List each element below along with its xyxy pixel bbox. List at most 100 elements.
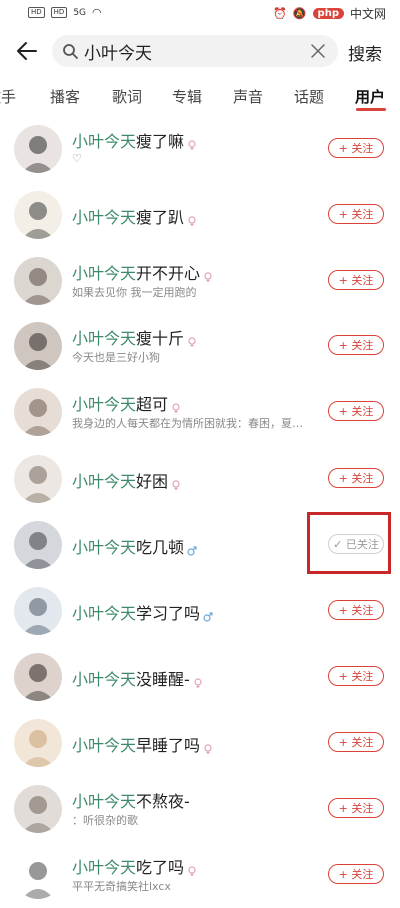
user-name-highlight: 小叶今天 bbox=[72, 208, 137, 227]
search-button[interactable]: 搜索 bbox=[348, 40, 382, 65]
female-icon bbox=[187, 861, 197, 876]
user-name[interactable]: 小叶今天 超可 bbox=[72, 391, 181, 415]
user-name-rest: 好困 bbox=[136, 472, 169, 491]
user-name[interactable]: 小叶今天 瘦了嘛 bbox=[72, 128, 197, 152]
female-icon bbox=[203, 267, 213, 282]
user-name[interactable]: 小叶今天 吃几顿 bbox=[72, 534, 197, 558]
user-avatar[interactable] bbox=[14, 388, 62, 436]
follow-button[interactable]: + 关注 bbox=[328, 468, 384, 488]
follow-button[interactable]: + 关注 bbox=[328, 666, 384, 686]
user-row[interactable]: 小叶今天 瘦了趴 + 关注 bbox=[0, 182, 400, 248]
user-name-highlight: 小叶今天 bbox=[72, 858, 137, 877]
user-name-highlight: 小叶今天 bbox=[72, 395, 137, 414]
clear-icon[interactable] bbox=[310, 43, 326, 59]
follow-button[interactable]: + 关注 bbox=[328, 864, 384, 884]
user-name-highlight: 小叶今天 bbox=[72, 329, 137, 348]
user-name-highlight: 小叶今天 bbox=[72, 604, 137, 623]
alarm-icon: ⏰ bbox=[273, 7, 287, 20]
tab-album[interactable]: 专辑 bbox=[172, 86, 202, 107]
sim2-indicator: HD bbox=[50, 7, 68, 18]
search-input[interactable] bbox=[84, 40, 304, 62]
user-avatar[interactable] bbox=[14, 785, 62, 833]
user-avatar[interactable] bbox=[14, 521, 62, 569]
user-name-rest: 学习了吗 bbox=[136, 604, 201, 623]
female-icon bbox=[203, 739, 213, 754]
user-name-highlight: 小叶今天 bbox=[72, 670, 137, 689]
user-name-highlight: 小叶今天 bbox=[72, 264, 137, 283]
back-arrow-icon[interactable] bbox=[14, 36, 40, 66]
wifi-icon: ◠ bbox=[92, 6, 102, 19]
female-icon bbox=[171, 475, 181, 490]
follow-button[interactable]: + 关注 bbox=[328, 138, 384, 158]
user-name[interactable]: 小叶今天 没睡醒- bbox=[72, 666, 203, 690]
status-bar: HD HD 5G ◠ ⏰ 🔕 php 中文网 bbox=[0, 0, 400, 28]
user-row[interactable]: 小叶今天 学习了吗 + 关注 bbox=[0, 578, 400, 644]
tab-voice[interactable]: 声音 bbox=[233, 86, 263, 107]
user-avatar[interactable] bbox=[14, 125, 62, 173]
male-icon bbox=[203, 607, 213, 622]
status-right: ⏰ 🔕 php 中文网 bbox=[273, 5, 386, 22]
user-name[interactable]: 小叶今天 开不开心 bbox=[72, 260, 213, 284]
user-name[interactable]: 小叶今天 瘦十斤 bbox=[72, 325, 197, 349]
search-bar: 搜索 bbox=[0, 30, 400, 74]
user-row[interactable]: 小叶今天 瘦十斤今天也是三好小狗 + 关注 bbox=[0, 313, 400, 379]
follow-button[interactable]: + 关注 bbox=[328, 732, 384, 752]
network-indicator: 5G bbox=[73, 7, 87, 18]
user-avatar[interactable] bbox=[14, 322, 62, 370]
user-name[interactable]: 小叶今天 不熬夜- bbox=[72, 788, 190, 812]
user-name[interactable]: 小叶今天 好困 bbox=[72, 468, 181, 492]
user-avatar[interactable] bbox=[14, 257, 62, 305]
user-row[interactable]: 小叶今天 吃了吗平平无奇搞笑社lxcx + 关注 bbox=[0, 842, 400, 908]
php-badge: php bbox=[312, 8, 344, 19]
sim1-indicator: HD bbox=[28, 7, 45, 18]
follow-button[interactable]: + 关注 bbox=[328, 401, 384, 421]
follow-button[interactable]: + 关注 bbox=[328, 600, 384, 620]
user-description: ♡ bbox=[72, 152, 82, 165]
user-name-highlight: 小叶今天 bbox=[72, 538, 137, 557]
tab-singer[interactable]: 歌手 bbox=[0, 86, 16, 107]
user-description: 平平无奇搞笑社lxcx bbox=[72, 880, 171, 893]
female-icon bbox=[187, 135, 197, 150]
follow-button[interactable]: + 关注 bbox=[328, 204, 384, 224]
user-name-rest: 瘦十斤 bbox=[136, 329, 185, 348]
user-row[interactable]: 小叶今天 没睡醒- + 关注 bbox=[0, 644, 400, 710]
female-icon bbox=[187, 211, 197, 226]
user-description: 今天也是三好小狗 bbox=[72, 351, 160, 364]
follow-button[interactable]: + 关注 bbox=[328, 335, 384, 355]
user-row[interactable]: 小叶今天 好困 + 关注 bbox=[0, 446, 400, 512]
user-name[interactable]: 小叶今天 吃了吗 bbox=[72, 854, 197, 878]
user-name-rest: 没睡醒- bbox=[136, 670, 190, 689]
tab-user[interactable]: 用户 bbox=[355, 86, 385, 107]
search-icon bbox=[62, 43, 78, 59]
search-box[interactable] bbox=[52, 35, 338, 67]
user-row[interactable]: 小叶今天 超可我身边的人每天都在为情所困就我：春困，夏… + 关注 bbox=[0, 379, 400, 445]
user-name[interactable]: 小叶今天 早睡了吗 bbox=[72, 732, 213, 756]
user-row[interactable]: 小叶今天 不熬夜- ：听很杂的歌 + 关注 bbox=[0, 776, 400, 842]
user-name[interactable]: 小叶今天 学习了吗 bbox=[72, 600, 213, 624]
tab-lyrics[interactable]: 歌词 bbox=[112, 86, 142, 107]
user-avatar[interactable] bbox=[14, 719, 62, 767]
user-avatar[interactable] bbox=[14, 455, 62, 503]
user-name-highlight: 小叶今天 bbox=[72, 472, 137, 491]
user-name-rest: 早睡了吗 bbox=[136, 736, 201, 755]
follow-button[interactable]: + 关注 bbox=[328, 798, 384, 818]
user-avatar[interactable] bbox=[14, 587, 62, 635]
tab-topic[interactable]: 话题 bbox=[294, 86, 324, 107]
female-icon bbox=[193, 673, 203, 688]
user-avatar[interactable] bbox=[14, 191, 62, 239]
category-tabs: 歌手 播客 歌词 专辑 声音 话题 用户 bbox=[0, 80, 400, 116]
user-avatar[interactable] bbox=[14, 851, 62, 899]
user-name[interactable]: 小叶今天 瘦了趴 bbox=[72, 204, 197, 228]
tab-podcast[interactable]: 播客 bbox=[50, 86, 80, 107]
user-name-highlight: 小叶今天 bbox=[72, 736, 137, 755]
user-name-rest: 瘦了趴 bbox=[136, 208, 185, 227]
user-row[interactable]: 小叶今天 开不开心 如果去见你 我一定用跑的 + 关注 bbox=[0, 248, 400, 314]
active-tab-indicator bbox=[356, 108, 386, 111]
user-row[interactable]: 小叶今天 瘦了嘛 ♡ + 关注 bbox=[0, 116, 400, 182]
user-name-rest: 瘦了嘛 bbox=[136, 132, 185, 151]
user-row[interactable]: 小叶今天 早睡了吗 + 关注 bbox=[0, 710, 400, 776]
user-description: 我身边的人每天都在为情所困就我：春困，夏… bbox=[72, 417, 303, 430]
watermark-text: 中文网 bbox=[349, 7, 386, 21]
user-avatar[interactable] bbox=[14, 653, 62, 701]
follow-button[interactable]: + 关注 bbox=[328, 270, 384, 290]
